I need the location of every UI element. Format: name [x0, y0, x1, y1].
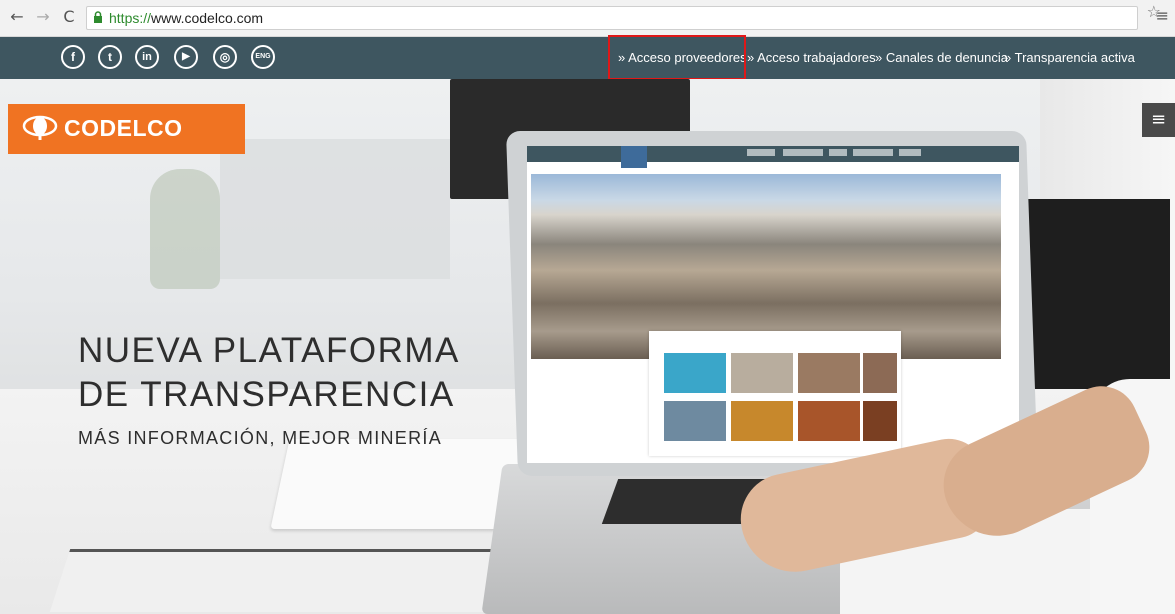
- url-host: www.codelco.com: [151, 10, 264, 26]
- mini-tile: [664, 401, 726, 441]
- browser-menu-icon[interactable]: ≡: [1156, 6, 1169, 25]
- mini-panel: [649, 331, 901, 456]
- url-text: https://www.codelco.com: [109, 10, 263, 26]
- facebook-icon[interactable]: f: [61, 45, 85, 69]
- background-shelf: [220, 139, 450, 279]
- link-canales-denuncia[interactable]: » Canales de denuncia: [875, 50, 1008, 65]
- laptop-screen-image: [527, 146, 1019, 463]
- linkedin-icon[interactable]: in: [135, 45, 159, 69]
- link-transparencia-activa[interactable]: » Transparencia activa: [1004, 50, 1135, 65]
- back-icon[interactable]: ←: [8, 8, 26, 26]
- mini-tile: [731, 353, 793, 393]
- reload-icon[interactable]: C: [60, 8, 78, 26]
- mini-tile: [863, 401, 897, 441]
- mini-link: [783, 149, 823, 156]
- mini-nav: [527, 146, 1019, 162]
- codelco-logo-mark-icon: [22, 115, 58, 140]
- instagram-icon[interactable]: ◎: [213, 45, 237, 69]
- site-topbar: f t in ▶ ◎ ENG » Acceso proveedores » Ac…: [0, 37, 1175, 79]
- link-acceso-trabajadores[interactable]: » Acceso trabajadores: [747, 50, 876, 65]
- mini-tile: [731, 401, 793, 441]
- hero-headline-line2: DE TRANSPARENCIA: [78, 375, 455, 414]
- mini-link: [747, 149, 775, 156]
- url-scheme: https://: [109, 10, 152, 26]
- hero-subline: MÁS INFORMACIÓN, MEJOR MINERÍA: [78, 428, 443, 448]
- lock-icon: [94, 11, 102, 23]
- background-cabinet: [1020, 199, 1170, 389]
- hero-section: CODELCO ≡ NUEVA PLATAFORMA DE TRANSPAREN…: [0, 79, 1175, 614]
- background-chair: [150, 169, 220, 289]
- highlight-box: [608, 35, 746, 80]
- english-language-button[interactable]: ENG: [251, 45, 275, 69]
- mini-link: [853, 149, 893, 156]
- mini-logo: [621, 146, 647, 168]
- browser-toolbar: ← → C https://www.codelco.com ☆ ≡: [0, 0, 1175, 37]
- address-bar[interactable]: https://www.codelco.com: [86, 6, 1138, 30]
- hero-headline-line1: NUEVA PLATAFORMA: [78, 331, 460, 370]
- codelco-logo-text: CODELCO: [64, 115, 183, 141]
- mini-tile: [798, 401, 860, 441]
- mini-link: [829, 149, 847, 156]
- mini-tile: [798, 353, 860, 393]
- mini-tile: [664, 353, 726, 393]
- hamburger-menu-icon[interactable]: ≡: [1142, 103, 1175, 137]
- twitter-icon[interactable]: t: [98, 45, 122, 69]
- notebook-image: [49, 549, 541, 612]
- mini-link: [899, 149, 921, 156]
- mini-tile: [863, 353, 897, 393]
- forward-icon[interactable]: →: [34, 8, 52, 26]
- codelco-logo[interactable]: CODELCO: [8, 104, 245, 154]
- youtube-icon[interactable]: ▶: [174, 45, 198, 69]
